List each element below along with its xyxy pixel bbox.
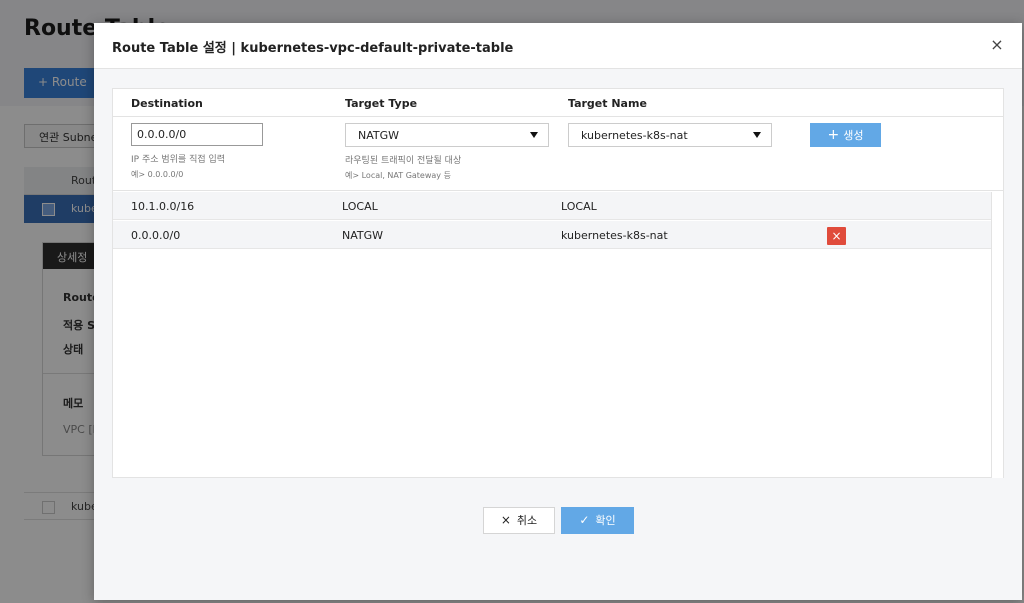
target-type-example: 예> Local, NAT Gateway 등: [345, 171, 451, 180]
target-type-hint: 라우팅된 트래픽이 전달될 대상: [345, 156, 462, 166]
route-editor-panel: Destination Target Type Target Name IP 주…: [112, 88, 1004, 478]
column-header-target-name: Target Name: [568, 97, 647, 110]
modal-header: Route Table 설정 | kubernetes-vpc-default-…: [94, 23, 1022, 69]
caret-down-icon: [753, 132, 761, 138]
column-headers: Destination Target Type Target Name: [113, 89, 1003, 117]
target-type-value: NATGW: [358, 129, 400, 142]
modal-title: Route Table 설정 | kubernetes-vpc-default-…: [112, 41, 514, 56]
scrollbar[interactable]: [991, 192, 1003, 478]
create-route-button[interactable]: + 생성: [810, 123, 881, 147]
cancel-button[interactable]: × 취소: [483, 507, 555, 534]
destination-example: 예> 0.0.0.0/0: [131, 170, 184, 179]
destination-hint: IP 주소 범위를 직접 입력: [131, 155, 226, 165]
close-icon[interactable]: ×: [988, 36, 1006, 54]
target-name-value: kubernetes-k8s-nat: [581, 129, 688, 142]
check-icon: ✓: [579, 513, 590, 527]
route-target-type: NATGW: [342, 229, 384, 242]
target-type-select[interactable]: NATGW: [345, 123, 549, 147]
route-table-settings-modal: Route Table 설정 | kubernetes-vpc-default-…: [94, 23, 1022, 600]
delete-route-button[interactable]: ×: [827, 227, 846, 245]
column-header-target-type: Target Type: [345, 97, 418, 110]
caret-down-icon: [530, 132, 538, 138]
routes-table: 10.1.0.0/16 LOCAL LOCAL 0.0.0.0/0 NATGW …: [113, 192, 991, 478]
cancel-label: 취소: [516, 514, 538, 527]
create-label: 생성: [843, 129, 864, 142]
table-row: 10.1.0.0/16 LOCAL LOCAL: [113, 192, 991, 220]
route-destination: 10.1.0.0/16: [131, 200, 195, 213]
table-row: 0.0.0.0/0 NATGW kubernetes-k8s-nat ×: [113, 221, 991, 249]
confirm-button[interactable]: ✓ 확인: [561, 507, 634, 534]
new-route-form: IP 주소 범위를 직접 입력 예> 0.0.0.0/0 NATGW 라우팅된 …: [113, 117, 1003, 191]
route-target-name: kubernetes-k8s-nat: [561, 229, 668, 242]
confirm-label: 확인: [595, 514, 616, 527]
route-target-name: LOCAL: [561, 200, 597, 213]
close-icon: ×: [500, 513, 511, 527]
target-name-select[interactable]: kubernetes-k8s-nat: [568, 123, 772, 147]
column-header-destination: Destination: [131, 97, 203, 110]
route-target-type: LOCAL: [342, 200, 378, 213]
plus-icon: +: [827, 127, 840, 143]
destination-input[interactable]: [131, 123, 263, 146]
route-destination: 0.0.0.0/0: [131, 229, 181, 242]
